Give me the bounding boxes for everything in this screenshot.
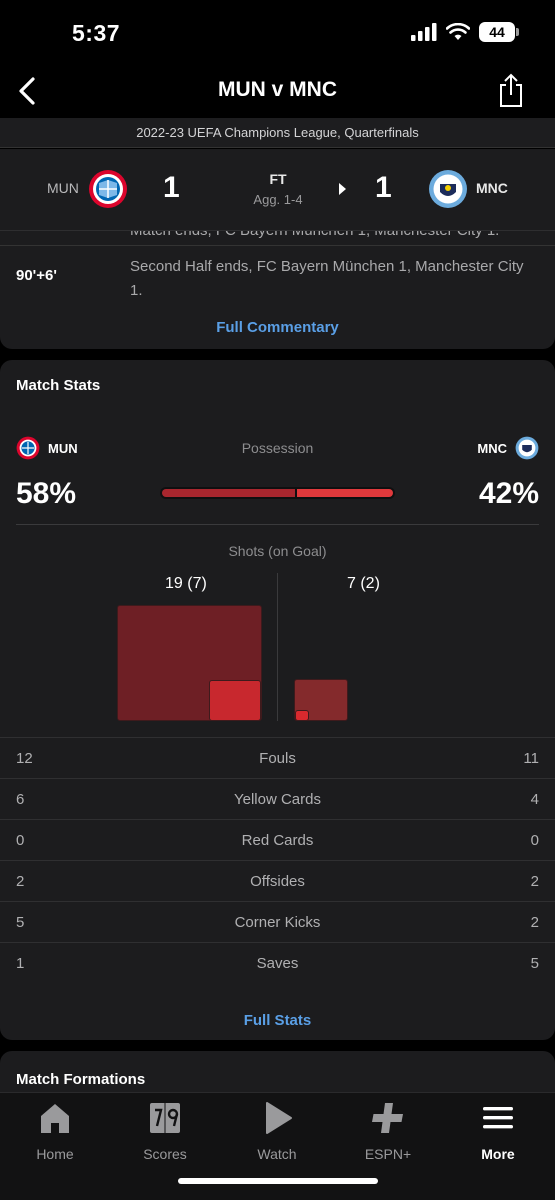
home-score: 1 — [163, 171, 180, 204]
play-icon — [266, 1102, 292, 1134]
tab-label: ESPN+ — [364, 1146, 412, 1162]
shots-divider — [277, 573, 278, 721]
stat-row-red-cards: 0 Red Cards 0 — [0, 819, 555, 860]
status-time: 5:37 — [72, 20, 121, 46]
share-button[interactable] — [497, 72, 525, 108]
stat-label: Corner Kicks — [234, 914, 321, 931]
battery-icon: 44 — [479, 22, 519, 42]
home-shots-on-goal-square — [209, 680, 261, 721]
page-title: MUN v MNC — [218, 78, 337, 101]
away-team-abbr: MNC — [476, 180, 508, 196]
stat-label: Yellow Cards — [234, 791, 321, 808]
away-shots-on-goal-square — [295, 710, 309, 721]
man-city-crest-icon — [429, 170, 467, 208]
possession-bar — [160, 487, 395, 499]
aggregate-score: Agg. 1-4 — [253, 192, 303, 207]
away-possession: 42% — [478, 477, 539, 510]
away-stat-value: 2 — [530, 914, 539, 931]
shots-label: Shots (on Goal) — [228, 543, 327, 559]
stat-row-offsides: 2 Offsides 2 — [0, 860, 555, 901]
match-formations-title: Match Formations — [16, 1071, 146, 1088]
match-stats-title: Match Stats — [16, 377, 101, 394]
tab-label: More — [481, 1146, 515, 1162]
scoreboard[interactable]: MUN 1 FT Agg. 1-4 1 MNC — [0, 149, 555, 231]
tab-watch[interactable]: Watch — [237, 1101, 317, 1162]
home-indicator[interactable] — [178, 1178, 378, 1184]
status-bar: 5:37 44 — [0, 0, 555, 66]
away-stat-value: 0 — [530, 832, 539, 849]
match-status: FT — [269, 171, 287, 187]
status-icons: 44 — [411, 22, 519, 42]
stat-row-yellow-cards: 6 Yellow Cards 4 — [0, 778, 555, 819]
home-possession: 58% — [16, 477, 77, 510]
away-team-label: MNC — [477, 436, 539, 460]
possession-label: Possession — [241, 440, 314, 456]
tab-scores[interactable]: Scores — [125, 1101, 205, 1162]
divider — [16, 524, 539, 525]
tab-home[interactable]: Home — [15, 1101, 95, 1162]
battery-level: 44 — [489, 24, 505, 40]
home-team-abbr: MUN — [47, 180, 79, 196]
bayern-crest-icon — [89, 170, 127, 208]
league-title: 2022-23 UEFA Champions League, Quarterfi… — [0, 118, 555, 148]
scores-icon — [150, 1103, 180, 1133]
stat-label: Fouls — [259, 750, 296, 767]
commentary-partial-text: Match ends, FC Bayern München 1, Manches… — [130, 231, 499, 239]
stat-row-saves: 1 Saves 5 — [0, 942, 555, 983]
full-stats-link[interactable]: Full Stats — [0, 1012, 555, 1029]
away-score: 1 — [375, 171, 392, 204]
home-possession-fill — [162, 489, 295, 497]
stat-label: Saves — [256, 955, 299, 972]
home-icon — [41, 1104, 69, 1133]
tab-label: Scores — [143, 1146, 187, 1162]
away-stat-value: 4 — [530, 791, 539, 808]
away-stat-value: 2 — [530, 873, 539, 890]
tab-label: Home — [36, 1146, 74, 1162]
tab-espn-plus[interactable]: ESPN+ — [348, 1101, 428, 1162]
stat-row-fouls: 12 Fouls 11 — [0, 737, 555, 778]
home-shots: 19 (7) — [165, 575, 207, 592]
away-team-abbr: MNC — [477, 440, 507, 456]
match-stats-card: Match Stats MUN Possession MNC 58% 42% S… — [0, 360, 555, 1040]
wifi-icon — [446, 23, 470, 40]
full-commentary-link[interactable]: Full Commentary — [0, 319, 555, 336]
signal-icon — [411, 23, 437, 41]
man-city-crest-icon — [515, 436, 539, 460]
commentary-minute: 90'+6' — [16, 267, 57, 284]
away-possession-fill — [296, 489, 393, 497]
nav-bar: MUN v MNC — [0, 66, 555, 118]
espn-plus-icon — [372, 1103, 403, 1133]
stat-label: Offsides — [250, 873, 305, 890]
winner-arrow-icon — [339, 183, 346, 195]
commentary-card: Match ends, FC Bayern München 1, Manches… — [0, 231, 555, 349]
tab-label: Watch — [257, 1146, 297, 1162]
menu-icon — [483, 1107, 513, 1129]
away-stat-value: 5 — [530, 955, 539, 972]
stat-row-corner-kicks: 5 Corner Kicks 2 — [0, 901, 555, 942]
stat-label: Red Cards — [241, 832, 314, 849]
divider — [0, 245, 555, 246]
commentary-text: Second Half ends, FC Bayern München 1, M… — [130, 258, 524, 299]
tab-more[interactable]: More — [458, 1101, 538, 1162]
away-stat-value: 11 — [523, 750, 539, 767]
away-shots: 7 (2) — [347, 575, 380, 592]
